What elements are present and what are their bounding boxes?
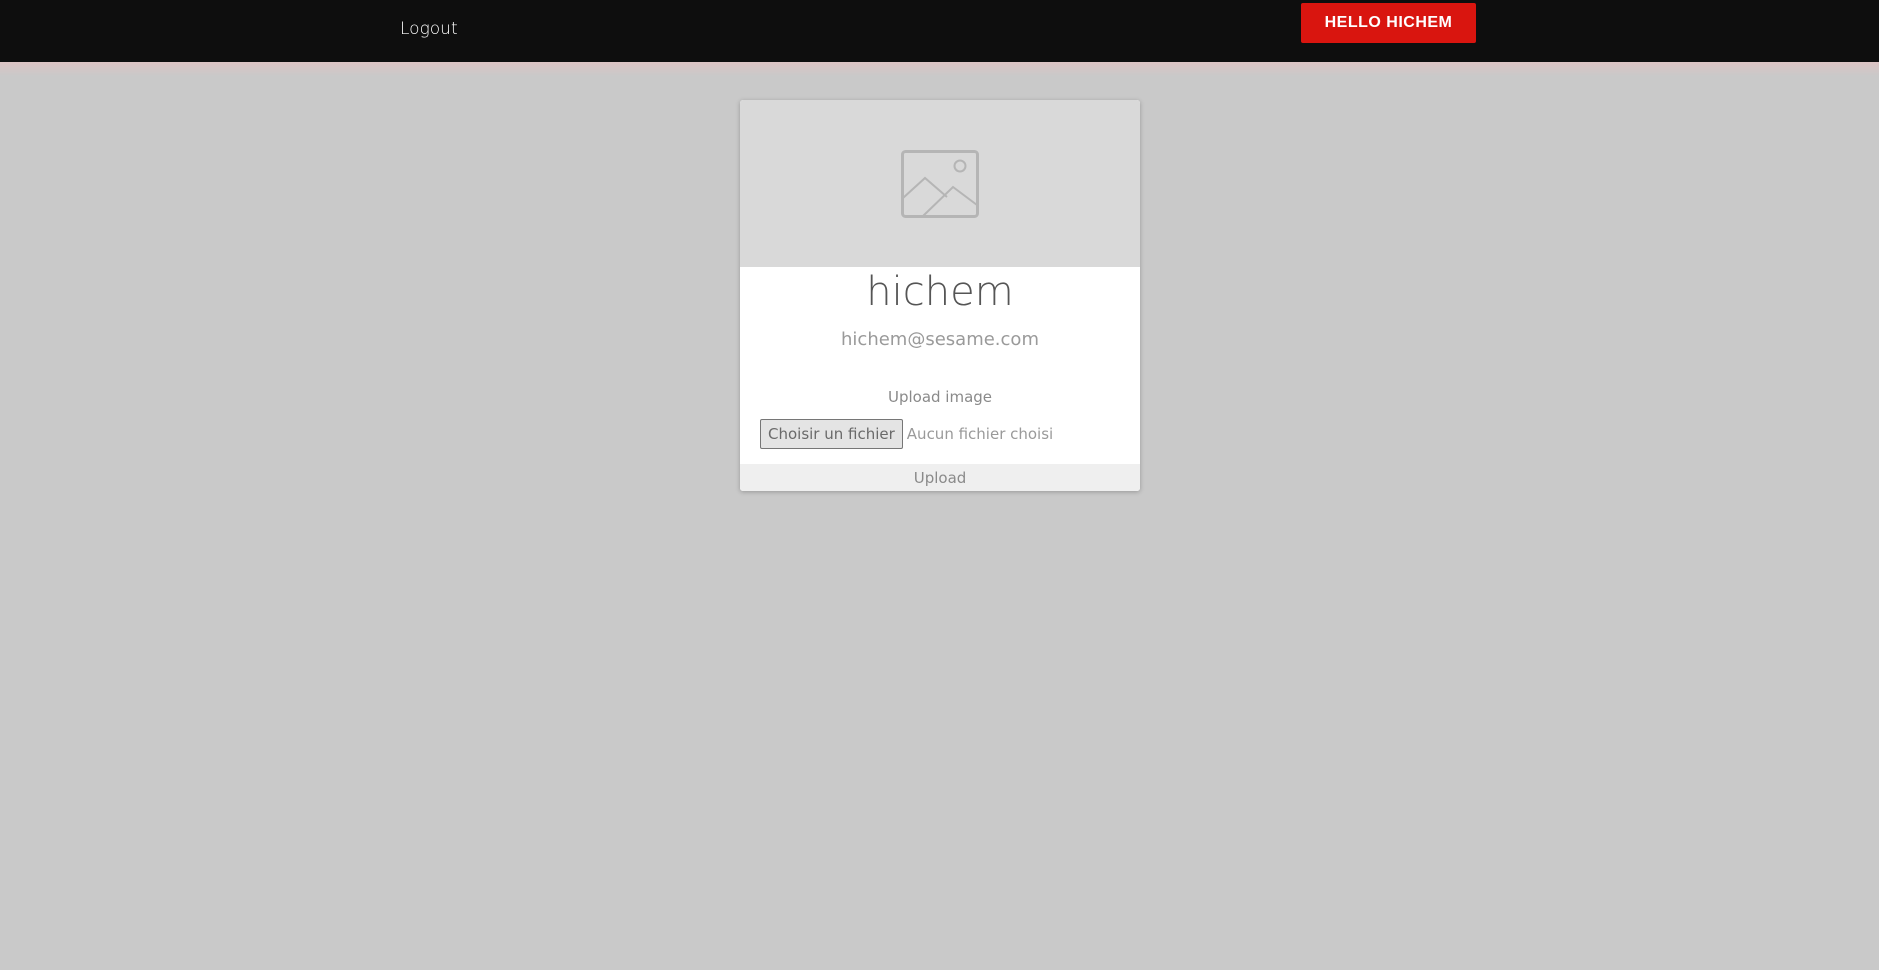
- navbar-shadow: [0, 62, 1879, 76]
- profile-card: hichem hichem@sesame.com Upload image Ch…: [740, 100, 1140, 491]
- image-placeholder-icon: [901, 150, 979, 218]
- upload-image-label: Upload image: [887, 388, 993, 406]
- top-navbar: Logout HELLO HICHEM: [0, 0, 1879, 62]
- file-status-text: Aucun fichier choisi: [906, 425, 1054, 443]
- profile-email: hichem@sesame.com: [841, 329, 1039, 350]
- logout-link[interactable]: Logout: [400, 19, 458, 39]
- upload-button[interactable]: Upload: [740, 464, 1140, 491]
- profile-name: hichem: [866, 269, 1014, 315]
- profile-image-area[interactable]: [740, 100, 1140, 267]
- choose-file-button[interactable]: Choisir un fichier: [760, 419, 903, 449]
- hello-user-button[interactable]: HELLO HICHEM: [1301, 3, 1476, 43]
- file-input: Choisir un fichier Aucun fichier choisi: [760, 419, 1053, 449]
